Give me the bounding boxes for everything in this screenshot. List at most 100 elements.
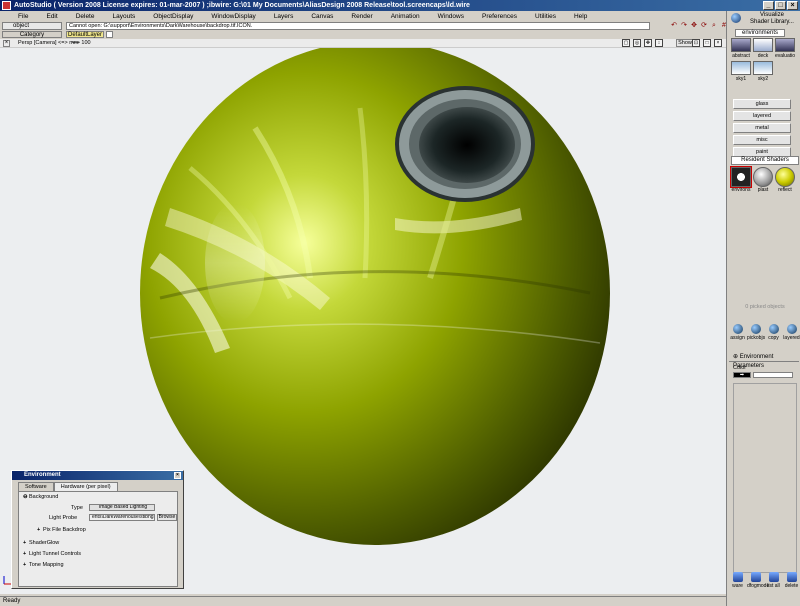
env-thumb-sky1[interactable] [731, 61, 751, 75]
tab-hardware[interactable]: Hardware (per pixel) [53, 482, 118, 491]
assign-button[interactable]: assign [729, 324, 746, 341]
environment-tabs: Software Hardware (per pixel) [18, 482, 183, 491]
app-icon [2, 1, 11, 10]
category-layered[interactable]: layered [733, 111, 791, 121]
env-thumb-evaluation[interactable] [775, 38, 795, 52]
section-pix-file-backdrop[interactable]: + Pix File Backdrop [37, 527, 86, 533]
menu-delete[interactable]: Delete [64, 13, 101, 20]
zoom-value: 100 [81, 40, 91, 46]
move-icon[interactable]: ✥ [690, 22, 698, 30]
menu-canvas[interactable]: Canvas [299, 13, 339, 20]
background-label: Background [29, 494, 59, 500]
menu-windowdisplay[interactable]: WindowDisplay [199, 13, 261, 20]
resident-shaders: Resident Shaders environs plast reflect [730, 156, 799, 193]
zoom-icon[interactable]: ⌕ [710, 22, 718, 30]
layered-button[interactable]: layered [783, 324, 800, 341]
menu-utilities[interactable]: Utilities [523, 13, 562, 20]
visualize-icon[interactable] [731, 13, 741, 23]
opening-hole [419, 107, 515, 183]
track-icon[interactable]: ✥ [644, 39, 652, 47]
layer-toggle[interactable] [106, 31, 113, 38]
minimize-button[interactable]: _ [763, 1, 774, 10]
status-bar: Ready [0, 596, 726, 606]
shader-plast[interactable] [753, 167, 773, 187]
delete-icon [786, 572, 797, 582]
visualize-label[interactable]: Visualize Shader Library... [745, 12, 799, 26]
menu-edit[interactable]: Edit [34, 13, 63, 20]
menu-bar: File Edit Delete Layouts ObjectDisplay W… [0, 11, 726, 22]
color-slider[interactable] [753, 372, 793, 378]
env-thumb-sky2[interactable] [753, 61, 773, 75]
viewport-x-icon[interactable]: × [714, 39, 722, 47]
environment-window-titlebar[interactable]: Environment × [12, 471, 183, 480]
tab-environments[interactable]: environments [735, 29, 785, 37]
tumble-icon[interactable]: ◎ [633, 39, 641, 47]
list-all-button[interactable]: list all [765, 572, 782, 589]
env-thumb-abstract[interactable] [731, 38, 751, 52]
category-button[interactable]: Category [2, 31, 62, 38]
pickobjs-button[interactable]: pickobjs [747, 324, 765, 341]
maximize-viewport-icon[interactable]: □ [703, 39, 711, 47]
menu-file[interactable]: File [4, 13, 34, 20]
menu-render[interactable]: Render [339, 13, 378, 20]
close-button[interactable]: × [787, 1, 798, 10]
type-select[interactable]: Image Based Lighting [89, 504, 155, 511]
viewport-close-icon[interactable]: × [3, 40, 10, 47]
prompt-line: Cannot open: G:\support\Environments\Dar… [66, 22, 650, 30]
light-probe-label: Light Probe [49, 515, 78, 521]
category-misc[interactable]: misc [733, 135, 791, 145]
layer-row: Category DefaultLayer [0, 31, 726, 39]
menu-layouts[interactable]: Layouts [100, 13, 141, 20]
shader-label-environs: environs [731, 187, 751, 193]
shader-environs[interactable] [730, 166, 752, 188]
tab-software[interactable]: Software [18, 482, 54, 491]
section-shaderglow[interactable]: + ShaderGlow [23, 540, 59, 546]
menu-objectdisplay[interactable]: ObjectDisplay [141, 13, 199, 20]
frame-icon[interactable]: ▢ [622, 39, 630, 47]
assign-label: assign [730, 335, 745, 341]
shader-label-reflect: reflect [778, 187, 792, 193]
browse-button[interactable]: Browse [157, 514, 177, 521]
default-layer-tab[interactable]: DefaultLayer [66, 31, 104, 38]
env-params-title: ⊕ Environment Parameters [729, 353, 799, 369]
rotate-icon[interactable]: ⟳ [700, 22, 708, 30]
section-tone-mapping[interactable]: + Tone Mapping [23, 562, 64, 568]
redo-icon[interactable]: ↷ [680, 22, 688, 30]
shader-library-link[interactable]: Shader Library... [745, 19, 799, 26]
light-probe-field[interactable]: ents\DarkWarehouse\stibng.hdr [89, 514, 155, 521]
pin-icon[interactable]: ⊡ [692, 39, 700, 47]
env-thumb-deck[interactable] [753, 38, 773, 52]
copy-button[interactable]: copy [765, 324, 782, 341]
picked-objects-count: 0 picked objects [745, 304, 785, 310]
delete-label: delete [784, 583, 799, 589]
shader-reflect[interactable] [775, 167, 795, 187]
ware-label: ware [732, 583, 743, 589]
environment-window-close[interactable]: × [174, 472, 181, 479]
category-metal[interactable]: metal [733, 123, 791, 133]
menu-layers[interactable]: Layers [262, 13, 300, 20]
ware-button[interactable]: ware [729, 572, 746, 589]
environment-window-title: Environment [24, 472, 61, 478]
maximize-button[interactable]: □ [775, 1, 786, 10]
env-label-evaluation: evaluatio [775, 53, 796, 59]
dolly-icon[interactable]: ↕ [655, 39, 663, 47]
title-bar: AutoStudio ( Version 2008 License expire… [0, 0, 800, 11]
section-background[interactable]: ⊖Background [23, 494, 58, 500]
undo-icon[interactable]: ↶ [670, 22, 678, 30]
color-swatch[interactable]: ➡ [733, 372, 751, 378]
layered-icon [786, 324, 797, 334]
viewport-zoom: ⟷ 100 [72, 40, 91, 46]
env-label-abstract: abstract [732, 53, 750, 59]
viewport-icons: ▢ ◎ ✥ ↕ [622, 39, 663, 47]
menu-windows[interactable]: Windows [426, 13, 470, 20]
environment-body: ⊖Background Type Image Based Lighting Li… [18, 491, 178, 587]
section-light-tunnel[interactable]: + Light Tunnel Controls [23, 551, 81, 557]
delete-button[interactable]: delete [783, 572, 800, 589]
dfogmode-button[interactable]: dfogmode [747, 572, 769, 589]
category-glass[interactable]: glass [733, 99, 791, 109]
menu-preferences[interactable]: Preferences [470, 13, 523, 20]
dfogmode-icon [750, 572, 761, 582]
object-picker[interactable]: object [2, 22, 62, 30]
menu-help[interactable]: Help [562, 13, 593, 20]
menu-animation[interactable]: Animation [379, 13, 426, 20]
